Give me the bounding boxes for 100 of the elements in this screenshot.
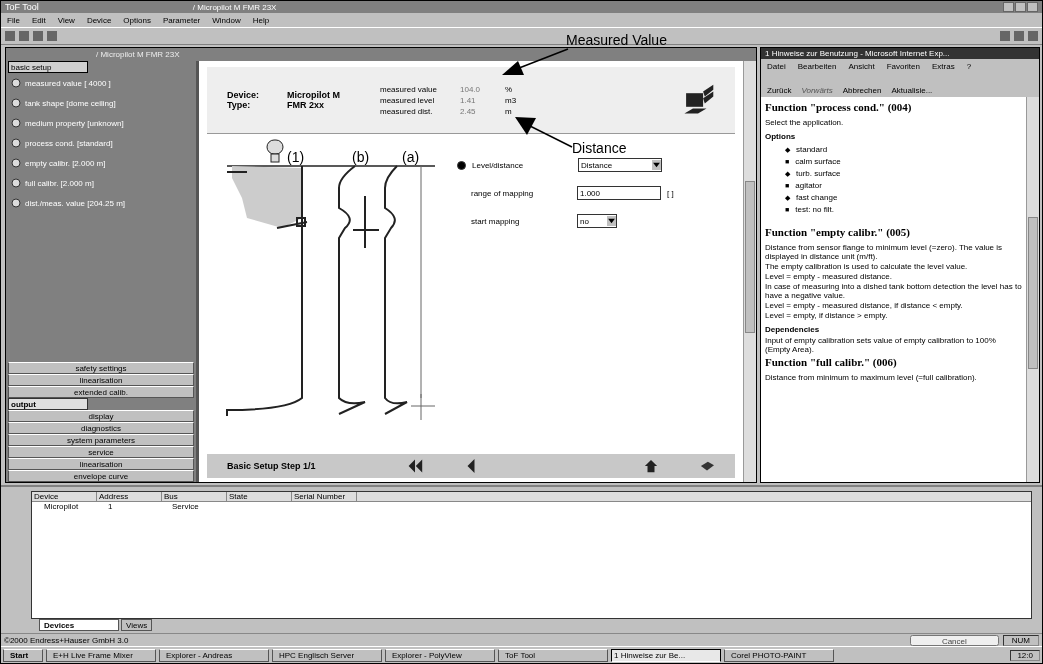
menu-item[interactable]: Ansicht [848, 61, 875, 71]
column-header[interactable]: Bus [162, 492, 227, 501]
menu-item[interactable]: Extras [932, 61, 955, 71]
taskbar-button[interactable]: Corel PHOTO-PAINT [724, 648, 834, 662]
browser-title: 1 Hinweise zur Benutzung - Microsoft Internet Exp... [765, 49, 950, 58]
maximize-button[interactable] [1015, 2, 1026, 12]
clock: 12:0 [1010, 649, 1040, 661]
reading-unit: m [505, 106, 513, 116]
setting-item[interactable]: full calibr. [2.000 m] [25, 178, 94, 188]
parameter-icon [10, 177, 22, 189]
table-cell-text: Micropilot [43, 502, 80, 511]
setting-item[interactable]: dist./meas. value [204.25 m] [25, 198, 126, 208]
status-text: ©2000 Endress+Hauser GmbH 3.0 [4, 635, 129, 645]
subheading: Dependencies [765, 325, 821, 334]
scrollbar[interactable] [1026, 97, 1039, 482]
group-button[interactable]: system parameters [8, 434, 194, 446]
parameter-icon [10, 197, 22, 209]
cancel-button[interactable]: Cancel [909, 634, 999, 646]
taskbar-button[interactable]: E+H Live Frame Mixer [46, 648, 156, 662]
taskbar-button[interactable]: Explorer - PolyView [385, 648, 495, 662]
close-button[interactable] [1027, 2, 1038, 12]
option-item: agitator [795, 181, 822, 190]
distance-dropdown[interactable]: Distance [578, 158, 662, 172]
paragraph: The empty calibration is used to calculate the level value. [765, 262, 969, 271]
reading-value: 2.45 [460, 106, 477, 116]
menu-item[interactable]: Edit [31, 15, 46, 25]
toolbar-button[interactable]: Zurück [765, 86, 794, 95]
menu-item[interactable]: Device [86, 15, 112, 25]
table-cell-text: Service [171, 502, 200, 511]
group-button[interactable]: service [8, 446, 194, 458]
start-button[interactable]: Start [3, 648, 43, 662]
table-cell-text: 1 [107, 502, 114, 511]
option-item: fast change [796, 193, 838, 202]
range-input[interactable]: 1.000 [577, 186, 661, 200]
menu-item[interactable]: Parameter [162, 15, 201, 25]
setting-item[interactable]: empty calibr. [2.000 m] [25, 158, 106, 168]
menu-item[interactable]: Datei [767, 61, 786, 71]
reading-label: measured value [380, 84, 438, 94]
radio-button[interactable] [457, 160, 466, 170]
diagram-label: (1) [287, 149, 305, 165]
scrollbar[interactable] [743, 61, 756, 482]
menu-item[interactable]: Options [123, 15, 151, 25]
group-button[interactable]: linearisation [8, 374, 194, 386]
menu-item[interactable]: Help [252, 15, 270, 25]
type-label: Type: [227, 100, 252, 110]
option-item: test: no filt. [795, 205, 834, 214]
setting-item[interactable]: process cond. [standard] [25, 138, 113, 148]
paragraph: Select the application. [765, 118, 845, 127]
paragraph: Level = empty - measured distance. [765, 272, 893, 281]
menu-item[interactable]: Bearbeiten [797, 61, 837, 71]
setting-item[interactable]: medium property [unknown] [25, 118, 124, 128]
type-value: FMR 2xx [287, 100, 325, 110]
menu-item[interactable]: Favoriten [886, 61, 920, 71]
column-header[interactable]: Device [32, 492, 97, 501]
toolbar-button[interactable]: Abbrechen [840, 86, 884, 95]
setting-item[interactable]: measured value [ 4000 ] [25, 78, 111, 88]
document-title: / Micropilot M FMR 23X [191, 1, 278, 14]
parameter-icon [10, 117, 22, 129]
callout-arrow [514, 116, 574, 148]
taskbar-button[interactable]: HPC Englisch Server [272, 648, 382, 662]
taskbar-button[interactable]: ToF Tool [498, 648, 608, 662]
panel-tab[interactable]: Devices [39, 619, 119, 631]
paragraph: In case of measuring into a dished tank bottom detection the level has to have a negative value. [765, 282, 1022, 300]
reading-label: measured level [380, 95, 436, 105]
parameter-icon [10, 137, 22, 149]
home-icon[interactable] [643, 459, 659, 473]
group-button[interactable]: linearisation [8, 458, 194, 470]
paragraph: Distance from minimum to maximum level (=full calibration). [765, 373, 978, 382]
group-button[interactable]: diagnostics [8, 422, 194, 434]
section-heading: Function "process cond." (004) [765, 101, 913, 113]
device-value: Micropilot M [287, 90, 340, 100]
menu-item[interactable]: View [57, 15, 75, 25]
group-button[interactable]: extended calib. [8, 386, 194, 398]
group-button[interactable]: envelope curve [8, 470, 194, 482]
parameter-icon [10, 157, 22, 169]
menu-item[interactable]: Window [212, 15, 241, 25]
group-button[interactable]: output [8, 398, 88, 410]
panel-tab[interactable]: Views [121, 619, 153, 631]
first-step-icon[interactable] [407, 459, 423, 473]
setting-item[interactable]: tank shape [dome ceiling] [25, 98, 116, 108]
taskbar-button[interactable]: 1 Hinweise zur Be... [611, 648, 721, 662]
column-header[interactable]: Serial Number [292, 492, 357, 501]
app-title: ToF Tool [5, 2, 39, 12]
toolbar-button[interactable]: Aktualisie... [889, 86, 935, 95]
paragraph: Level = empty - measured distance, if distance < empty. [765, 301, 964, 310]
taskbar-button[interactable]: Explorer - Andreas [159, 648, 269, 662]
sidebar-header[interactable]: basic setup [8, 61, 88, 73]
menu-item[interactable]: File [7, 15, 20, 25]
group-button[interactable]: display [8, 410, 194, 422]
status-mode: NUM [1002, 634, 1039, 646]
device-label: Device: [227, 90, 261, 100]
column-header[interactable]: State [227, 492, 292, 501]
menu-item[interactable]: ? [966, 61, 972, 71]
column-header[interactable]: Address [97, 492, 162, 501]
radio-label: Level/distance [472, 160, 525, 170]
option-item: turb. surface [796, 169, 841, 178]
diagram-label: (a) [402, 149, 420, 165]
start-dropdown[interactable]: no [577, 214, 617, 228]
minimize-button[interactable] [1003, 2, 1014, 12]
group-button[interactable]: safety settings [8, 362, 194, 374]
